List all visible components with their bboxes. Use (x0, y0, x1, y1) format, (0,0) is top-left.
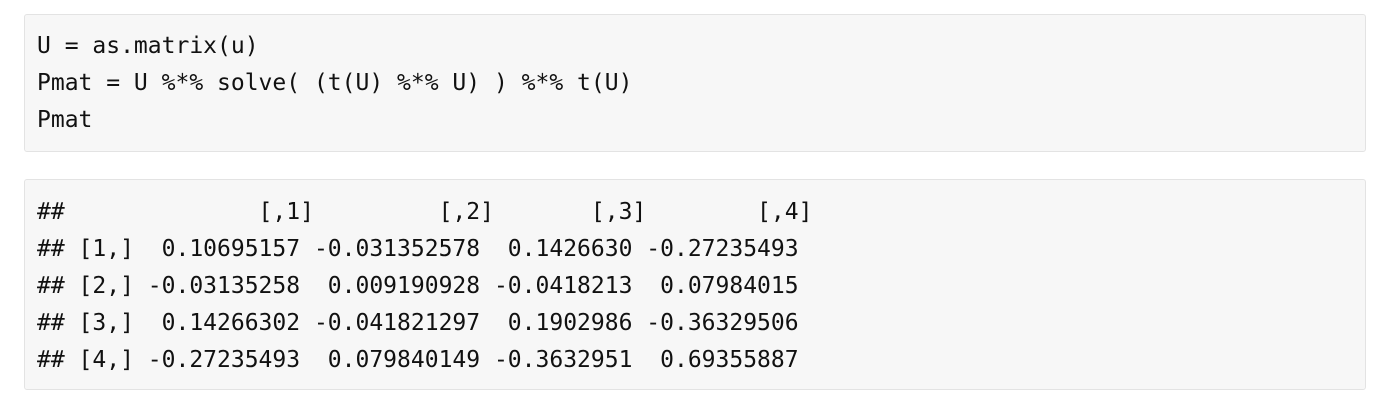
output-matrix-row: ## [2,] -0.03135258 0.009190928 -0.04182… (37, 273, 799, 299)
document-page: U = as.matrix(u) Pmat = U %*% solve( (t(… (0, 0, 1400, 407)
output-matrix-row: ## [1,] 0.10695157 -0.031352578 0.142663… (37, 236, 799, 262)
output-matrix-row: ## [3,] 0.14266302 -0.041821297 0.190298… (37, 310, 799, 336)
r-code-chunk[interactable]: U = as.matrix(u) Pmat = U %*% solve( (t(… (24, 14, 1366, 152)
code-line: Pmat = U %*% solve( (t(U) %*% U) ) %*% t… (37, 70, 633, 96)
r-output-chunk[interactable]: ## [,1] [,2] [,3] [,4] ## [1,] 0.1069515… (24, 179, 1366, 390)
code-line: Pmat (37, 107, 93, 133)
output-matrix-row: ## [4,] -0.27235493 0.079840149 -0.36329… (37, 347, 799, 373)
code-line: U = as.matrix(u) (37, 33, 259, 59)
output-header-row: ## [,1] [,2] [,3] [,4] (37, 199, 813, 225)
